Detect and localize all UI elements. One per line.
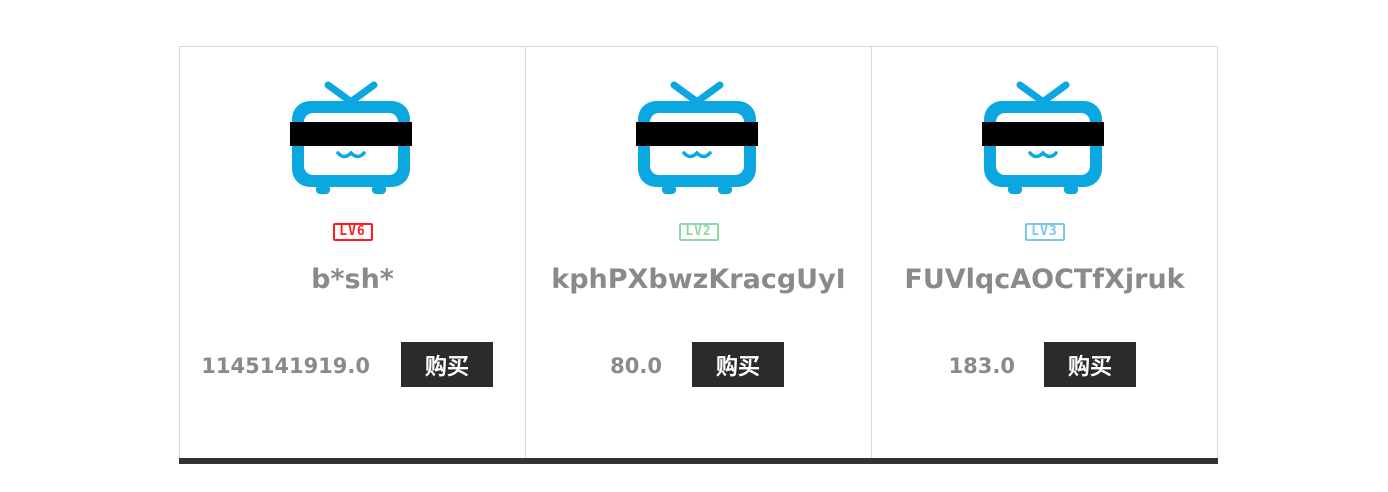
level-badge: LV3 bbox=[1024, 223, 1065, 241]
username: kphPXbwzKracgUyI bbox=[551, 264, 846, 295]
user-card: LV2 kphPXbwzKracgUyI 80.0 购买 bbox=[525, 46, 872, 464]
buy-button[interactable]: 购买 bbox=[692, 342, 784, 387]
user-card-list: LV6 b*sh* 1145141919.0 购买 LV2 kphPXbwzKr… bbox=[179, 46, 1220, 464]
level-badge: LV2 bbox=[678, 223, 719, 241]
card-bottom-bar bbox=[179, 458, 526, 464]
censor-bar bbox=[982, 122, 1104, 146]
username: b*sh* bbox=[311, 264, 394, 295]
buy-button[interactable]: 购买 bbox=[401, 342, 493, 387]
user-card: LV3 FUVlqcAOCTfXjruk 183.0 购买 bbox=[871, 46, 1218, 464]
card-bottom-bar bbox=[871, 458, 1218, 464]
card-bottom-bar bbox=[525, 458, 872, 464]
user-card: LV6 b*sh* 1145141919.0 购买 bbox=[179, 46, 526, 464]
censor-bar bbox=[636, 122, 758, 146]
buy-button[interactable]: 购买 bbox=[1044, 342, 1136, 387]
price: 183.0 bbox=[948, 354, 1015, 378]
censor-bar bbox=[290, 122, 412, 146]
price: 80.0 bbox=[610, 354, 662, 378]
level-badge: LV6 bbox=[332, 223, 373, 241]
price: 1145141919.0 bbox=[201, 354, 370, 378]
username: FUVlqcAOCTfXjruk bbox=[904, 264, 1185, 295]
